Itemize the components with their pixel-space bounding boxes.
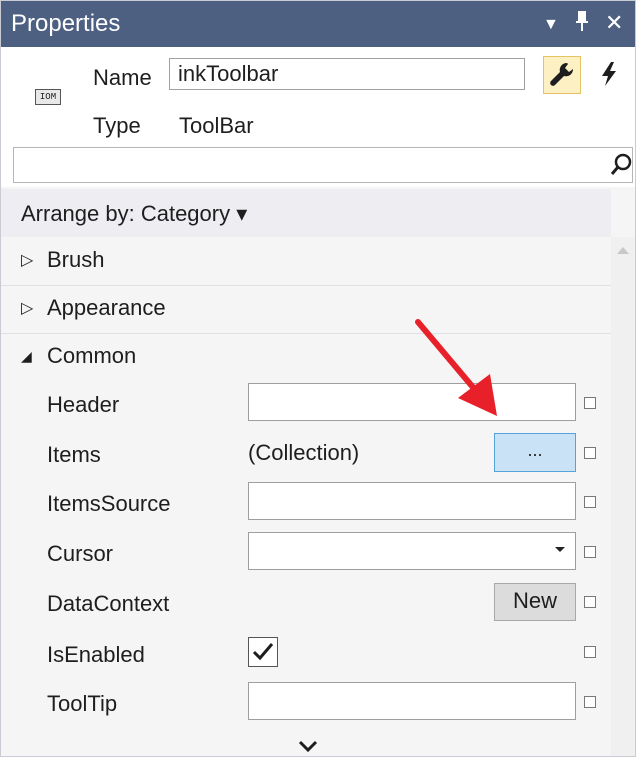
pin-icon[interactable] [573, 9, 591, 40]
prop-label-items: Items [47, 442, 101, 467]
name-label: Name [93, 65, 152, 90]
search-input[interactable] [13, 147, 633, 183]
advanced-options-marker[interactable] [584, 596, 596, 608]
panel-title: Properties [11, 10, 121, 37]
tooltip-field[interactable] [248, 682, 576, 720]
category-common[interactable]: ◢ Common [1, 333, 611, 381]
isenabled-checkbox[interactable] [248, 637, 278, 667]
items-collection-editor-button[interactable]: ... [494, 433, 576, 472]
lightning-icon [602, 62, 616, 86]
arrange-by-dropdown[interactable]: Arrange by: Category ▾ [21, 201, 247, 227]
chevron-down-icon[interactable] [555, 547, 565, 552]
properties-view-button[interactable] [543, 56, 581, 94]
prop-label-tooltip: ToolTip [47, 691, 118, 716]
checkmark-icon [252, 643, 274, 661]
prop-label-itemssource: ItemsSource [47, 491, 171, 516]
window-menu-icon[interactable]: ▼ [543, 11, 559, 39]
category-brush[interactable]: ▷ Brush [1, 237, 611, 286]
cursor-dropdown[interactable] [248, 532, 576, 570]
show-more-chevron-icon[interactable] [293, 739, 323, 755]
items-value: (Collection) [248, 440, 360, 465]
type-label: Type [93, 113, 141, 138]
advanced-options-marker[interactable] [584, 447, 596, 459]
header-field[interactable] [248, 383, 576, 421]
datacontext-new-button[interactable]: New [494, 583, 576, 621]
name-input[interactable] [169, 58, 525, 90]
advanced-options-marker[interactable] [584, 696, 596, 708]
itemssource-field[interactable] [248, 482, 576, 520]
advanced-options-marker[interactable] [584, 496, 596, 508]
title-bar: Properties ▼ ✕ [1, 1, 635, 47]
category-label: Brush [47, 247, 105, 272]
search-icon[interactable] [609, 151, 635, 179]
prop-label-header: Header [47, 392, 120, 417]
expand-arrow-icon[interactable]: ▷ [21, 298, 33, 318]
properties-panel: Properties ▼ ✕ IOM Name Type ToolBar Arr… [0, 0, 636, 757]
advanced-options-marker[interactable] [584, 546, 596, 558]
category-appearance[interactable]: ▷ Appearance [1, 285, 611, 334]
category-label: Appearance [47, 295, 166, 320]
events-view-button[interactable] [591, 56, 629, 94]
prop-label-datacontext: DataContext [47, 591, 170, 616]
prop-label-cursor: Cursor [47, 541, 114, 566]
collapse-arrow-icon[interactable]: ◢ [21, 348, 32, 365]
scroll-up-icon[interactable] [617, 247, 629, 254]
close-icon[interactable]: ✕ [605, 9, 623, 37]
wrench-icon [550, 62, 574, 86]
type-value: ToolBar [179, 113, 254, 138]
expand-arrow-icon[interactable]: ▷ [21, 250, 33, 270]
category-label: Common [47, 343, 137, 368]
arrange-by-bar: Arrange by: Category ▾ [1, 189, 611, 237]
advanced-options-marker[interactable] [584, 397, 596, 409]
advanced-options-marker[interactable] [584, 646, 596, 658]
prop-label-isenabled: IsEnabled [47, 642, 145, 667]
vertical-scrollbar[interactable] [611, 237, 635, 756]
object-type-icon: IOM [35, 89, 61, 105]
